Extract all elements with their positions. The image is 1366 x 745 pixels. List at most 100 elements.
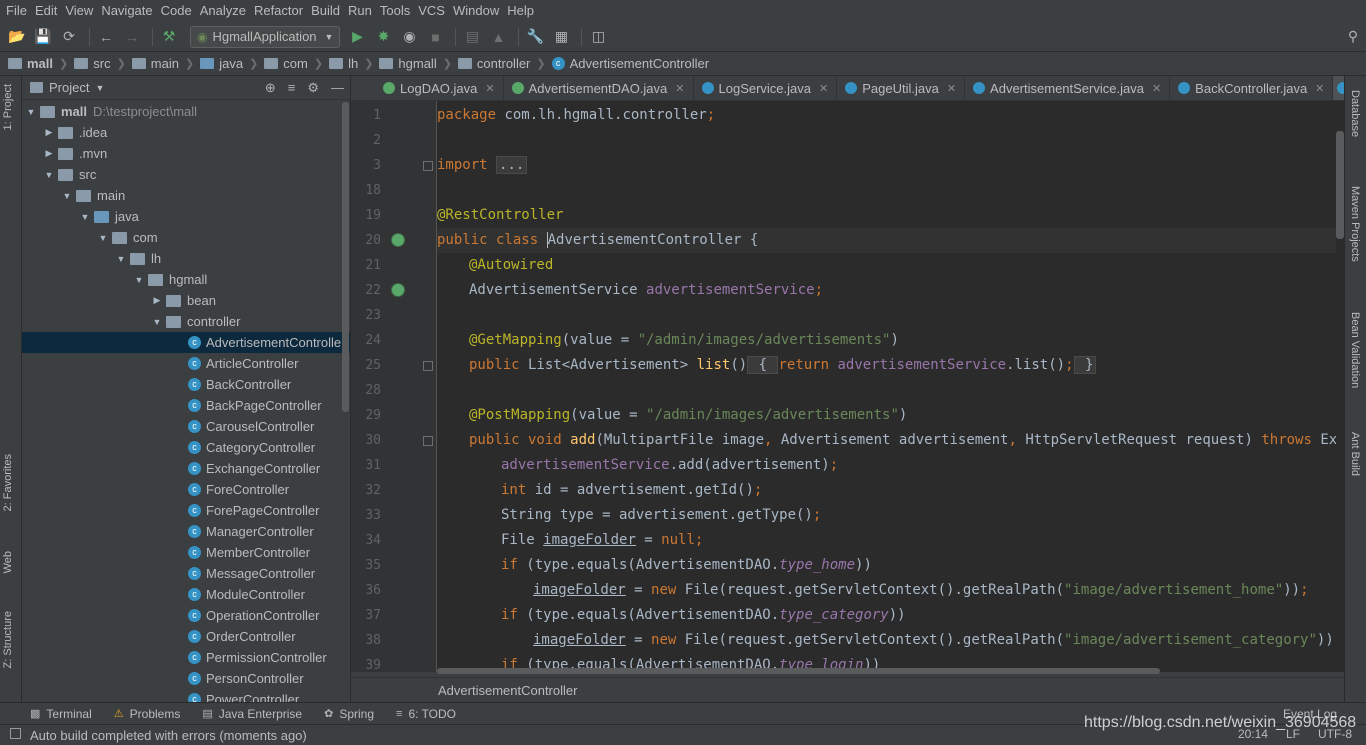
stop-icon[interactable]: ■ [424,26,446,48]
tool-windows-icon[interactable] [10,728,21,739]
save-icon[interactable]: 💾 [32,26,54,48]
tree-item-hgmall[interactable]: ▼ hgmall [22,269,350,290]
close-icon[interactable]: ✕ [485,82,494,95]
chevron-down-icon[interactable]: ▼ [60,191,74,201]
problems-tab[interactable]: ⚠ Problems [114,707,181,721]
breadcrumb-mall[interactable]: mall [8,56,53,71]
close-icon[interactable]: ✕ [675,82,684,95]
tree-item-main[interactable]: ▼ main [22,185,350,206]
status-message[interactable]: Auto build completed with errors (moment… [30,728,307,743]
menu-file[interactable]: File [2,0,31,22]
tree-item-mall[interactable]: ▼ mall D:\testproject\mall [22,101,350,122]
close-icon[interactable]: ✕ [1315,82,1324,95]
project-scrollbar[interactable] [342,102,349,412]
tree-item-com[interactable]: ▼ com [22,227,350,248]
maven-tool-tab[interactable]: Maven Projects [1349,186,1361,262]
tree-item-class[interactable]: c ModuleController [22,584,350,605]
project-view-select[interactable]: Project [49,80,89,95]
chevron-down-icon[interactable]: ▼ [24,107,38,117]
forward-icon[interactable]: → [121,26,143,48]
gear-icon[interactable]: ⚙ [307,80,319,96]
chevron-down-icon[interactable]: ▼ [95,83,104,93]
menu-build[interactable]: Build [307,0,344,22]
tree-item-class[interactable]: c MemberController [22,542,350,563]
chevron-down-icon[interactable]: ▼ [42,170,56,180]
tree-item-class[interactable]: c PermissionController [22,647,350,668]
tree-item-src[interactable]: ▼ src [22,164,350,185]
run-configuration-select[interactable]: ◉ HgmallApplication ▼ [190,25,341,48]
project-structure-icon[interactable]: ▦ [550,26,572,48]
web-tool-tab[interactable]: Web [2,551,14,573]
attach-debugger-icon[interactable]: ▲ [487,26,509,48]
settings-wrench-icon[interactable]: 🔧 [524,26,546,48]
tree-item-class[interactable]: c AdvertisementController [22,332,350,353]
tree-item-mvn[interactable]: ▶ .mvn [22,143,350,164]
chevron-down-icon[interactable]: ▼ [96,233,110,243]
tree-item-class[interactable]: c ManagerController [22,521,350,542]
build-hammer-icon[interactable]: ⚒ [158,26,180,48]
folded-imports[interactable]: ... [496,156,528,174]
project-tool-tab[interactable]: 1: Project [2,84,14,130]
tab-advertisementservice[interactable]: AdvertisementService.java ✕ [965,76,1171,100]
chevron-down-icon[interactable]: ▼ [78,212,92,222]
tree-item-class[interactable]: c CategoryController [22,437,350,458]
tree-item-class[interactable]: c BackPageController [22,395,350,416]
database-tool-tab[interactable]: Database [1349,90,1361,137]
tree-item-class[interactable]: c PersonController [22,668,350,689]
code-editor[interactable]: package com.lh.hgmall.controller; import… [437,101,1336,672]
breadcrumb-java[interactable]: java [200,56,243,71]
close-icon[interactable]: ✕ [947,82,956,95]
tree-item-class[interactable]: c MessageController [22,563,350,584]
editor-breadcrumb[interactable]: AdvertisementController [351,677,1344,702]
run-icon[interactable]: ▶ [346,26,368,48]
back-icon[interactable]: ← [95,26,117,48]
collapse-all-icon[interactable]: ≡ [288,80,296,96]
tree-item-lh[interactable]: ▼ lh [22,248,350,269]
search-icon[interactable]: ⚲ [1342,26,1364,48]
breadcrumb-class[interactable]: c AdvertisementController [551,56,709,71]
fold-expand-icon[interactable] [423,161,433,171]
sync-icon[interactable]: ⟳ [58,26,80,48]
menu-navigate[interactable]: Navigate [97,0,156,22]
menu-refactor[interactable]: Refactor [250,0,307,22]
fold-collapse-icon[interactable] [423,436,433,446]
breadcrumb-com[interactable]: com [264,56,308,71]
menu-view[interactable]: View [61,0,97,22]
menu-help[interactable]: Help [503,0,538,22]
terminal-tab[interactable]: ▩ Terminal [30,707,92,721]
debug-icon[interactable]: ✸ [372,26,394,48]
tree-item-class[interactable]: c ArticleController [22,353,350,374]
chevron-down-icon[interactable]: ▼ [114,254,128,264]
menu-tools[interactable]: Tools [376,0,414,22]
chevron-right-icon[interactable]: ▶ [42,148,56,159]
todo-tab[interactable]: ≡ 6: TODO [396,707,456,721]
menu-window[interactable]: Window [449,0,503,22]
favorites-tool-tab[interactable]: 2: Favorites [2,454,14,511]
update-running-icon[interactable]: ▤ [461,26,483,48]
breadcrumb-main[interactable]: main [131,56,179,71]
chevron-right-icon[interactable]: ▶ [42,127,56,138]
breadcrumb-src[interactable]: src [74,56,111,71]
tree-item-controller[interactable]: ▼ controller [22,311,350,332]
open-folder-icon[interactable]: 📂 [6,26,28,48]
vcs-icon[interactable]: ◫ [587,26,609,48]
tab-overflow[interactable] [1333,76,1344,100]
tree-item-class[interactable]: c ForePageController [22,500,350,521]
chevron-down-icon[interactable]: ▼ [150,317,164,327]
tree-item-class[interactable]: c ForeController [22,479,350,500]
editor-horizontal-scrollbar[interactable] [437,668,1160,674]
tree-item-java[interactable]: ▼ java [22,206,350,227]
java-enterprise-tab[interactable]: ▤ Java Enterprise [202,707,302,721]
tab-pageutil[interactable]: PageUtil.java ✕ [837,76,966,100]
hide-icon[interactable]: — [331,80,344,96]
breadcrumb-hgmall[interactable]: hgmall [379,56,437,71]
menu-edit[interactable]: Edit [31,0,61,22]
chevron-down-icon[interactable]: ▼ [132,275,146,285]
tree-item-idea[interactable]: ▶ .idea [22,122,350,143]
tree-item-class[interactable]: c PowerController [22,689,350,702]
tab-advertisementdao[interactable]: AdvertisementDAO.java ✕ [504,76,694,100]
tab-backcontroller[interactable]: BackController.java ✕ [1170,76,1334,100]
editor-vertical-scrollbar[interactable] [1336,101,1344,672]
structure-tool-tab[interactable]: Z: Structure [2,611,14,668]
tree-item-class[interactable]: c OperationController [22,605,350,626]
